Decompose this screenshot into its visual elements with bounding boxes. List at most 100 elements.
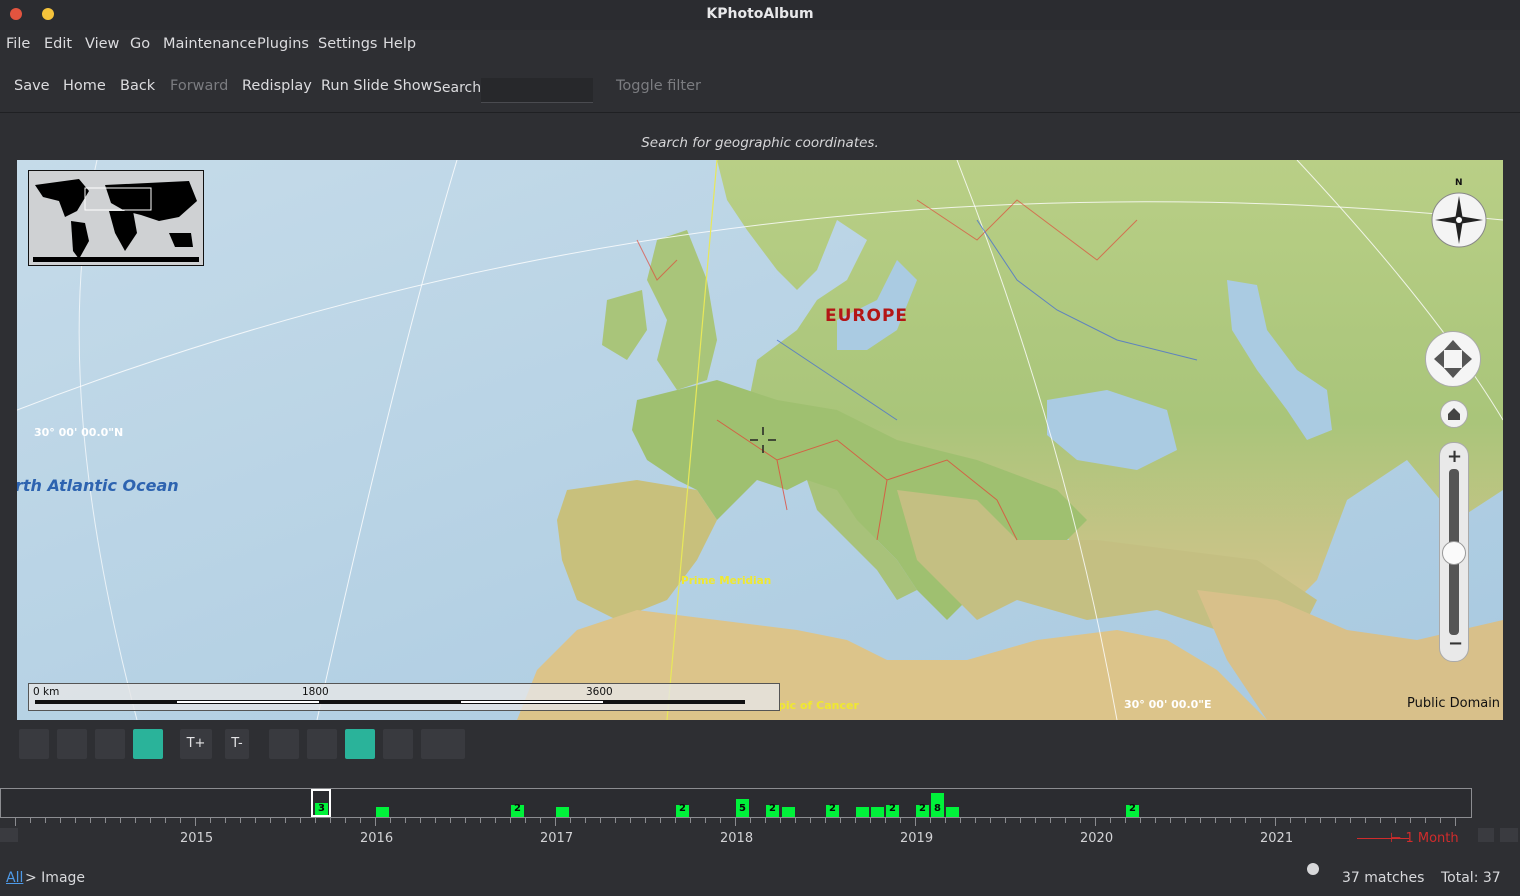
timeline-tick [675,818,676,823]
timeline-tick [915,818,916,826]
prime-meridian-label: Prime Meridian [681,575,772,587]
timeline-tick [630,818,631,823]
timeline-bar[interactable] [856,807,869,817]
year-label: 2015 [180,831,214,846]
menu-plugins[interactable]: Plugins [257,36,309,52]
timeline-tick [150,818,151,823]
timeline-tick [240,818,241,823]
timeline-tick [660,818,661,823]
search-input[interactable] [481,78,593,103]
map-tool-button-5[interactable] [269,729,299,759]
timeline-tick [960,818,961,823]
map-overview[interactable] [28,170,204,266]
map-tool-button-2[interactable] [57,729,87,759]
map-tool-button-1[interactable] [19,729,49,759]
timeline-tick [810,818,811,823]
timeline-tick [885,818,886,823]
timeline-tick [435,818,436,823]
map-tool-button-7[interactable] [345,729,375,759]
map-tool-button-4[interactable] [133,729,163,759]
timeline-bar[interactable] [782,807,795,817]
save-button[interactable]: Save [14,78,50,94]
timeline-selection[interactable] [311,789,331,817]
thumbnails-larger-button[interactable]: T+ [180,729,212,759]
menu-settings[interactable]: Settings [318,36,377,52]
timeline-tick [405,818,406,823]
timeline-tick [900,818,901,823]
timeline-tick [465,818,466,823]
timeline-tick [195,818,196,826]
status-indicator [1307,863,1319,875]
home-icon [1448,408,1460,420]
map-tool-button-9[interactable] [421,729,465,759]
year-label: 2019 [900,831,934,846]
timeline-bar[interactable] [871,807,884,817]
timeline-tick [945,818,946,823]
map-tool-button-3[interactable] [95,729,125,759]
scale-mid: 1800 [302,686,329,698]
timeline-tick [1050,818,1051,823]
timeline-bars: 3225222282 [1,789,1471,817]
timeline-tick [1125,818,1126,823]
menu-edit[interactable]: Edit [44,36,72,52]
timeline-tick [360,818,361,823]
breadcrumb-all[interactable]: All [6,870,23,886]
main-toolbar: Save Home Back Forward Redisplay Run Sli… [0,70,1520,110]
timeline-tick [585,818,586,823]
timeline-zoom-in[interactable] [1478,828,1494,842]
year-label: 2018 [720,831,754,846]
zoom-handle[interactable] [1442,541,1466,565]
map-tool-button-8[interactable] [383,729,413,759]
menu-go[interactable]: Go [130,36,150,52]
zoom-slider[interactable]: + − [1439,442,1469,662]
timeline-tick [1095,818,1096,826]
toggle-filter-button[interactable]: Toggle filter [616,78,701,94]
year-label: 2021 [1260,831,1294,846]
timeline-scroll-left[interactable] [0,828,18,842]
timeline-tick [1365,818,1366,823]
map-view[interactable]: EUROPE rth Atlantic Ocean 30° 00' 00.0"N… [17,160,1503,720]
timeline-tick [1185,818,1186,823]
timeline-tick [1275,818,1276,826]
status-bar: All > Image 37 matches Total: 37 [0,863,1520,896]
back-button[interactable]: Back [120,78,155,94]
total-count: Total: 37 [1441,870,1501,886]
timeline-tick [1110,818,1111,823]
timeline-bar[interactable] [556,807,569,817]
forward-button[interactable]: Forward [170,78,228,94]
map-home-button[interactable] [1440,400,1468,428]
match-count: 37 matches [1342,870,1425,886]
breadcrumb-rest: > Image [25,870,86,886]
timeline-bar[interactable] [946,807,959,817]
date-timeline[interactable]: 3225222282 [0,788,1472,818]
timeline-bar[interactable] [376,807,389,817]
menu-help[interactable]: Help [383,36,416,52]
timeline-tick [1230,818,1231,823]
timeline-bar-label: 2 [769,803,776,814]
menu-view[interactable]: View [85,36,119,52]
timeline-zoom-out[interactable] [1500,828,1518,842]
tropic-label: pic of Cancer [778,699,859,712]
thumbnails-smaller-button[interactable]: T- [225,729,249,759]
pan-control[interactable] [1425,331,1481,387]
map-tool-button-6[interactable] [307,729,337,759]
timeline-tick [300,818,301,823]
zoom-in-button[interactable]: + [1447,446,1462,467]
zoom-out-button[interactable]: − [1448,633,1463,654]
timeline-tick [1425,818,1426,823]
map-hint: Search for geographic coordinates. [641,135,879,151]
timeline-tick [180,818,181,823]
menu-maintenance[interactable]: Maintenance [163,36,256,52]
menu-file[interactable]: File [6,36,30,52]
timeline-tick [705,818,706,823]
search-label: Search: [433,80,486,96]
timeline-tick [1410,818,1411,823]
timeline-tick [165,818,166,823]
timeline-tick [780,818,781,823]
compass-north: N [1455,178,1463,188]
run-slideshow-button[interactable]: Run Slide Show [321,78,433,94]
timeline-tick [30,818,31,823]
timeline-tick [825,818,826,823]
redisplay-button[interactable]: Redisplay [242,78,312,94]
home-button[interactable]: Home [63,78,106,94]
